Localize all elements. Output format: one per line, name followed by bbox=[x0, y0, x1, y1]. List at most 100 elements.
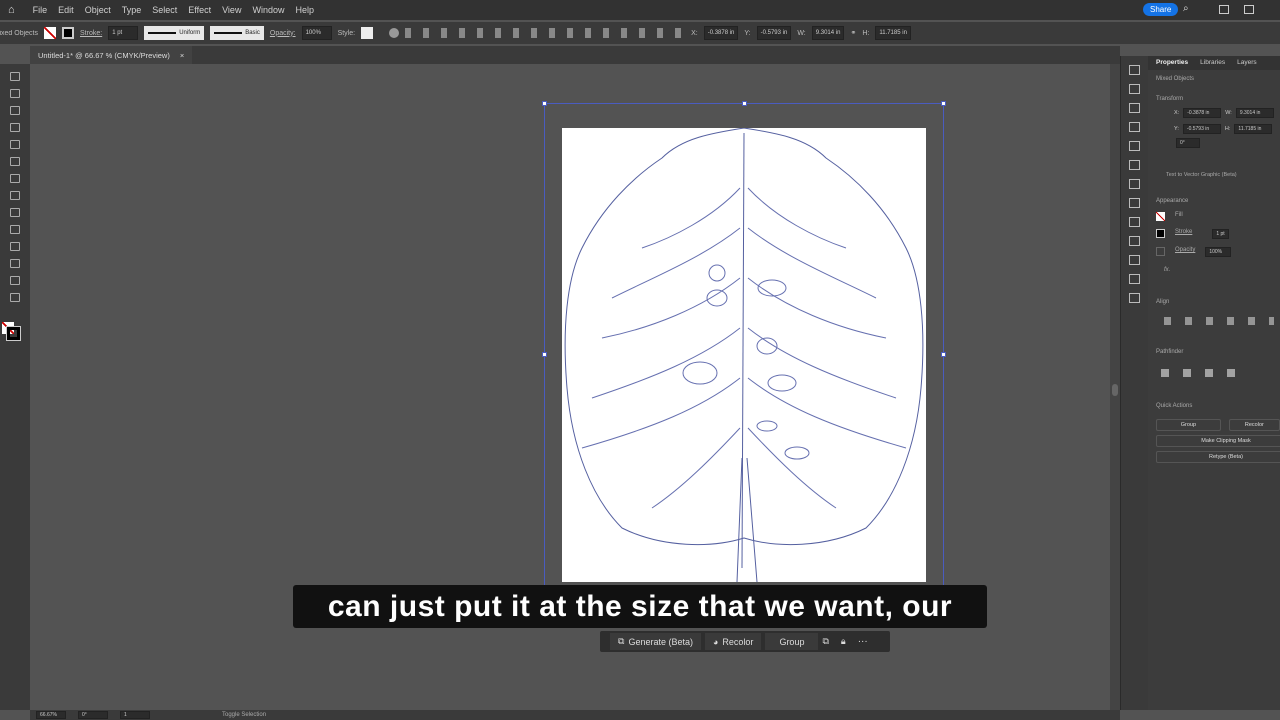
panel-stroke-field[interactable]: 1 pt bbox=[1212, 229, 1229, 239]
selection-tool-icon[interactable] bbox=[10, 72, 20, 81]
recolor-icon[interactable] bbox=[389, 28, 400, 38]
align-buttons[interactable] bbox=[1164, 317, 1274, 325]
style-swatch[interactable] bbox=[361, 27, 374, 39]
link-icon[interactable]: ⚭ bbox=[850, 29, 856, 37]
artboard-navigator[interactable]: 1 bbox=[120, 711, 150, 719]
rotate-tool-icon[interactable] bbox=[10, 208, 20, 217]
resize-handle[interactable] bbox=[542, 101, 547, 106]
transparency-panel-icon[interactable] bbox=[1129, 236, 1140, 246]
fill-swatch[interactable] bbox=[1156, 212, 1165, 221]
workspace-icon[interactable] bbox=[1219, 5, 1229, 14]
appearance-panel-icon[interactable] bbox=[1129, 255, 1140, 265]
resize-handle[interactable] bbox=[542, 352, 547, 357]
stroke-label[interactable]: Stroke bbox=[1175, 229, 1192, 239]
opacity-field[interactable]: 100% bbox=[301, 26, 332, 40]
properties-panel-icon[interactable] bbox=[1129, 65, 1140, 75]
group-button[interactable]: Group bbox=[765, 633, 819, 650]
resize-handle[interactable] bbox=[941, 101, 946, 106]
retype-button[interactable]: Retype (Beta) bbox=[1156, 451, 1280, 463]
lock-icon[interactable]: 🔒︎ bbox=[841, 636, 846, 647]
menu-select[interactable]: Select bbox=[152, 5, 177, 15]
libraries-panel-icon[interactable] bbox=[1129, 84, 1140, 94]
stroke-weight-field[interactable]: 1 pt bbox=[108, 26, 139, 40]
export-panel-icon[interactable] bbox=[1129, 274, 1140, 284]
fill-swatch[interactable] bbox=[44, 27, 56, 39]
brush-definition[interactable]: Basic bbox=[210, 26, 264, 40]
rectangle-tool-icon[interactable] bbox=[10, 157, 20, 166]
group-button[interactable]: Group bbox=[1156, 419, 1221, 431]
generate-button[interactable]: ⧉ Generate (Beta) bbox=[610, 633, 701, 650]
text-to-vector-section[interactable]: Text to Vector Graphic (Beta) bbox=[1148, 172, 1280, 178]
vertical-scrollbar[interactable] bbox=[1110, 64, 1120, 710]
layers-panel-icon[interactable] bbox=[1129, 103, 1140, 113]
stroke-swatch[interactable] bbox=[1156, 229, 1165, 238]
menu-type[interactable]: Type bbox=[122, 5, 142, 15]
panel-w-field[interactable]: 9.3014 in bbox=[1235, 108, 1274, 118]
tab-properties[interactable]: Properties bbox=[1156, 59, 1188, 67]
menu-effect[interactable]: Effect bbox=[188, 5, 211, 15]
align-icons[interactable] bbox=[405, 28, 686, 38]
make-clipping-mask-button[interactable]: Make Clipping Mask bbox=[1156, 435, 1280, 447]
rotate-field[interactable]: 0° bbox=[1176, 138, 1200, 148]
menu-help[interactable]: Help bbox=[295, 5, 314, 15]
type-tool-icon[interactable] bbox=[10, 123, 20, 132]
direct-selection-tool-icon[interactable] bbox=[10, 89, 20, 98]
panel-y-field[interactable]: -0.5793 in bbox=[1182, 124, 1221, 134]
fx-button[interactable]: fx. bbox=[1148, 267, 1280, 273]
variable-width-profile[interactable]: Uniform bbox=[144, 26, 205, 40]
menu-object[interactable]: Object bbox=[85, 5, 111, 15]
arrange-icon[interactable]: ⧉ bbox=[822, 636, 828, 647]
brush-tool-icon[interactable] bbox=[10, 174, 20, 183]
scale-tool-icon[interactable] bbox=[10, 225, 20, 234]
more-options-button[interactable]: ··· bbox=[858, 636, 868, 647]
window-icon[interactable] bbox=[1244, 5, 1254, 14]
panel-h-field[interactable]: 11.7185 in bbox=[1234, 124, 1273, 134]
stroke-panel-icon[interactable] bbox=[1129, 198, 1140, 208]
panel-x-field[interactable]: -0.3878 in bbox=[1183, 108, 1222, 118]
y-field[interactable]: -0.5793 in bbox=[756, 26, 792, 40]
share-button[interactable]: Share bbox=[1143, 3, 1179, 16]
eraser-tool-icon[interactable] bbox=[10, 191, 20, 200]
home-icon[interactable]: ⌂ bbox=[8, 4, 15, 16]
search-icon[interactable]: ⌕ bbox=[1183, 3, 1189, 14]
document-tab[interactable]: Untitled-1* @ 66.67 % (CMYK/Preview) × bbox=[30, 46, 193, 64]
panel-opacity-field[interactable]: 100% bbox=[1205, 247, 1232, 257]
color-panel-icon[interactable] bbox=[1129, 122, 1140, 132]
recolor-button[interactable]: Recolor bbox=[1228, 419, 1280, 431]
w-field[interactable]: 9.3014 in bbox=[811, 26, 845, 40]
symbols-panel-icon[interactable] bbox=[1129, 179, 1140, 189]
fill-stroke-swatches[interactable] bbox=[2, 322, 21, 341]
swatches-panel-icon[interactable] bbox=[1129, 141, 1140, 151]
pathfinder-buttons[interactable] bbox=[1161, 369, 1241, 377]
tab-layers[interactable]: Layers bbox=[1237, 59, 1257, 67]
hand-tool-icon[interactable] bbox=[10, 293, 20, 302]
menu-file[interactable]: File bbox=[33, 5, 48, 15]
eyedropper-tool-icon[interactable] bbox=[10, 259, 20, 268]
contextual-task-bar: ⧉ Generate (Beta) ◕ Recolor Group ⧉ 🔒︎ ··· bbox=[600, 631, 890, 652]
h-field[interactable]: 11.7185 in bbox=[875, 26, 911, 40]
brushes-panel-icon[interactable] bbox=[1129, 160, 1140, 170]
menu-edit[interactable]: Edit bbox=[58, 5, 74, 15]
menu-view[interactable]: View bbox=[222, 5, 241, 15]
zoom-field[interactable]: 66.67% bbox=[36, 711, 66, 719]
opacity-label[interactable]: Opacity bbox=[1175, 247, 1195, 257]
rotate-view-field[interactable]: 0° bbox=[78, 711, 108, 719]
gradient-tool-icon[interactable] bbox=[10, 242, 20, 251]
resize-handle[interactable] bbox=[742, 101, 747, 106]
recolor-button[interactable]: ◕ Recolor bbox=[704, 633, 762, 650]
menu-window[interactable]: Window bbox=[252, 5, 284, 15]
artboards-panel-icon[interactable] bbox=[1129, 293, 1140, 303]
gradient-panel-icon[interactable] bbox=[1129, 217, 1140, 227]
control-bar: Mixed Objects Stroke: 1 pt Uniform Basic… bbox=[0, 22, 1280, 44]
status-toggle[interactable]: Toggle Selection bbox=[222, 712, 266, 718]
close-tab-icon[interactable]: × bbox=[180, 51, 184, 60]
artboard-tool-icon[interactable] bbox=[10, 276, 20, 285]
tab-libraries[interactable]: Libraries bbox=[1200, 59, 1225, 67]
x-field[interactable]: -0.3878 in bbox=[703, 26, 739, 40]
selection-bounding-box[interactable] bbox=[542, 101, 946, 603]
pen-tool-icon[interactable] bbox=[10, 106, 20, 115]
resize-handle[interactable] bbox=[941, 352, 946, 357]
line-tool-icon[interactable] bbox=[10, 140, 20, 149]
stroke-swatch[interactable] bbox=[62, 27, 74, 39]
align-heading: Align bbox=[1156, 299, 1170, 305]
